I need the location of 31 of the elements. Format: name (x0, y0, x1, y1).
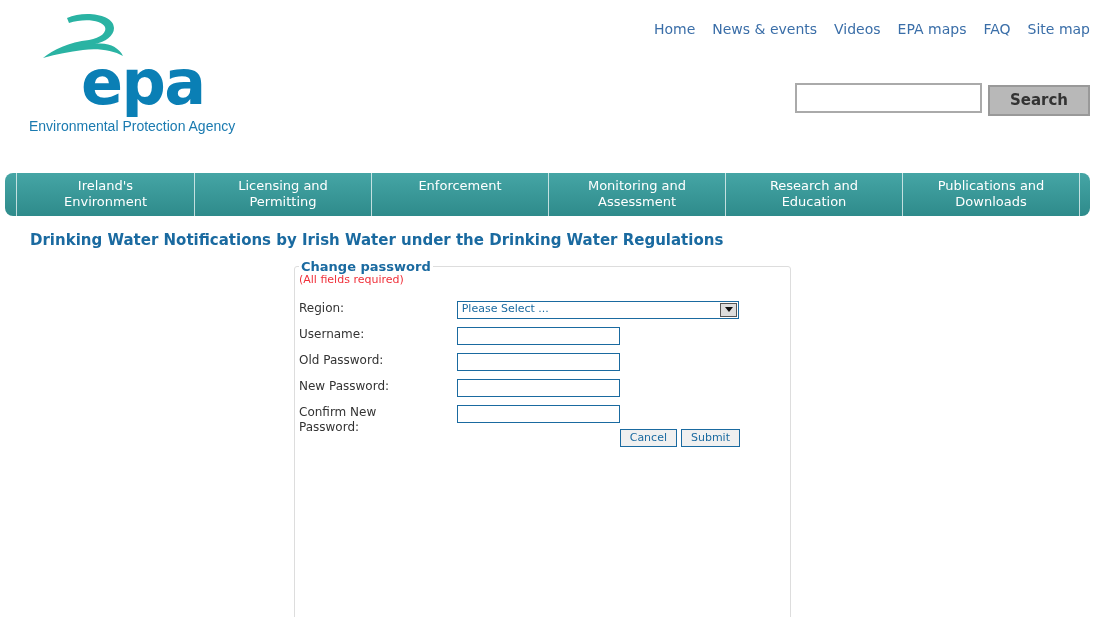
nav-item[interactable]: Ireland's Environment (17, 173, 194, 216)
form-button[interactable]: Cancel (619, 428, 677, 447)
field-label: Confirm New Password: (299, 404, 378, 435)
form-legend: Change password (299, 259, 433, 274)
nav-item[interactable]: Monitoring and Assessment (548, 173, 725, 216)
nav-item[interactable]: Enforcement (371, 173, 548, 216)
top-link[interactable]: Home (653, 19, 696, 40)
text-field[interactable] (457, 352, 620, 371)
field-label: Username: (299, 326, 366, 342)
field-label: Region: (299, 300, 346, 316)
nav-item[interactable]: Licensing and Permitting (194, 173, 371, 216)
nav-item[interactable]: Publications and Downloads (902, 173, 1079, 216)
top-link[interactable]: Site map (1027, 19, 1090, 40)
search-button[interactable]: Search (988, 85, 1090, 116)
top-link[interactable]: FAQ (983, 19, 1011, 40)
top-link[interactable]: Videos (834, 19, 881, 40)
search-field[interactable] (795, 83, 982, 113)
required-note: (All fields required) (299, 273, 404, 286)
page-title: Drinking Water Notifications by Irish Water under the Drinking Water Regulations (30, 230, 725, 251)
top-link[interactable]: EPA maps (897, 19, 967, 40)
field-label: New Password: (299, 378, 391, 394)
form-button[interactable]: Submit (680, 428, 740, 447)
nav-item[interactable]: Research and Education (725, 173, 902, 216)
top-link[interactable]: News & events (712, 19, 818, 40)
dropdown-arrow-icon (724, 307, 733, 312)
field-label: Old Password: (299, 352, 385, 368)
select-value: Please Select ... (461, 301, 549, 318)
region-select[interactable]: Please Select ... (456, 300, 739, 319)
text-field[interactable] (457, 326, 620, 345)
text-field[interactable] (457, 378, 620, 397)
text-field[interactable] (457, 404, 620, 423)
